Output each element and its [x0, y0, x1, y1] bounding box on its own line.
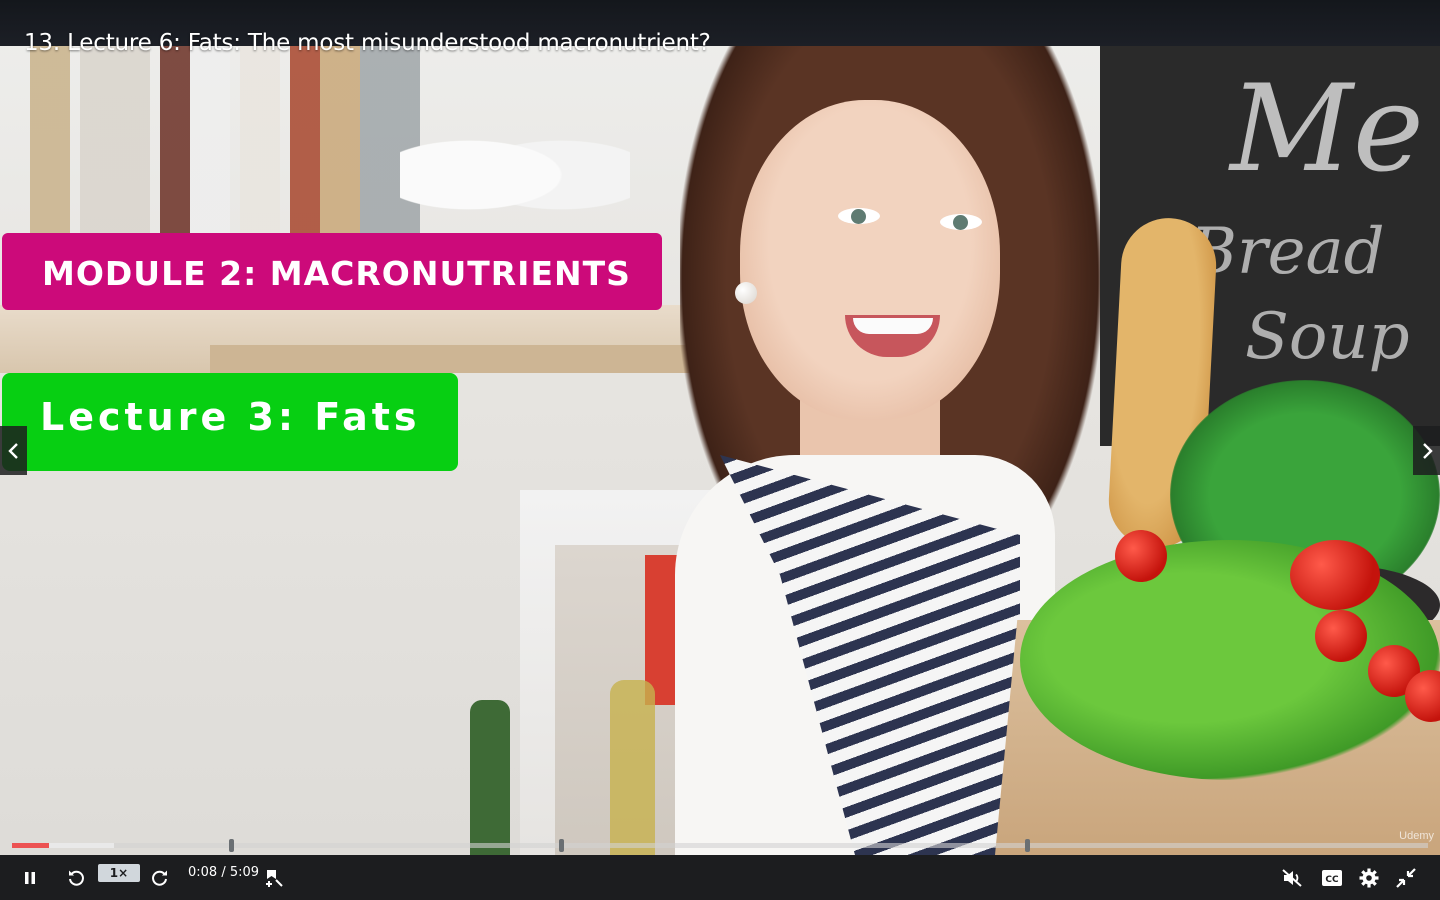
kitchen-shelf-edge [210, 345, 690, 373]
module-label: MODULE 2: MACRONUTRIENTS [42, 254, 631, 293]
spice-jars [0, 46, 440, 236]
lecture-label: Lecture 3: Fats [40, 395, 421, 439]
rewind-5s-icon [69, 870, 84, 886]
tomato [1115, 530, 1167, 582]
chevron-left-icon [7, 442, 18, 459]
chapter-marker[interactable] [559, 839, 564, 852]
chapter-marker[interactable] [229, 839, 234, 852]
chevron-right-icon [1422, 442, 1433, 459]
playback-speed-button[interactable]: 1× [98, 864, 140, 882]
lecture-title: 13. Lecture 6: Fats: The most misunderst… [24, 30, 711, 56]
left-eye [838, 208, 880, 224]
volume-muted-icon [1282, 868, 1302, 887]
pause-button[interactable] [16, 855, 44, 900]
next-lecture-button[interactable] [1413, 426, 1440, 475]
chalkboard-text-bread: Bread [1190, 215, 1385, 289]
face [740, 100, 1000, 420]
udemy-watermark: Udemy [1399, 830, 1434, 842]
player-controls: 1× 0:08 / 5:09 CC [0, 855, 1440, 900]
right-eye [940, 214, 982, 230]
svg-text:CC: CC [1325, 875, 1339, 885]
captions-button[interactable]: CC [1318, 855, 1346, 900]
tomato [1315, 610, 1367, 662]
volume-button[interactable] [1278, 855, 1306, 900]
teeth [853, 318, 933, 334]
forward-button[interactable] [146, 855, 174, 900]
add-note-button[interactable] [260, 855, 288, 900]
captions-icon: CC [1322, 869, 1342, 886]
pause-icon [25, 871, 35, 884]
forward-5s-icon [152, 870, 167, 886]
progress-played [12, 843, 49, 848]
gear-icon [1359, 868, 1379, 887]
progress-bar[interactable] [12, 839, 1428, 852]
video-frame[interactable]: Me Bread Soup MODULE 2: MACRONUTRIENTS L… [0, 0, 1440, 855]
chalkboard-text-soup: Soup [1245, 300, 1410, 374]
rewind-button[interactable] [62, 855, 90, 900]
tomato [1290, 540, 1380, 610]
add-note-icon [266, 869, 283, 887]
settings-button[interactable] [1355, 855, 1383, 900]
green-bottle [470, 700, 510, 855]
cups [400, 115, 630, 235]
chalkboard-text-me: Me [1230, 60, 1424, 199]
oil-bottle [610, 680, 655, 855]
time-display: 0:08 / 5:09 [188, 865, 260, 880]
previous-lecture-button[interactable] [0, 426, 27, 475]
pearl-earring [735, 282, 757, 304]
exit-fullscreen-button[interactable] [1392, 855, 1420, 900]
exit-fullscreen-icon [1396, 867, 1416, 888]
chapter-marker[interactable] [1025, 839, 1030, 852]
